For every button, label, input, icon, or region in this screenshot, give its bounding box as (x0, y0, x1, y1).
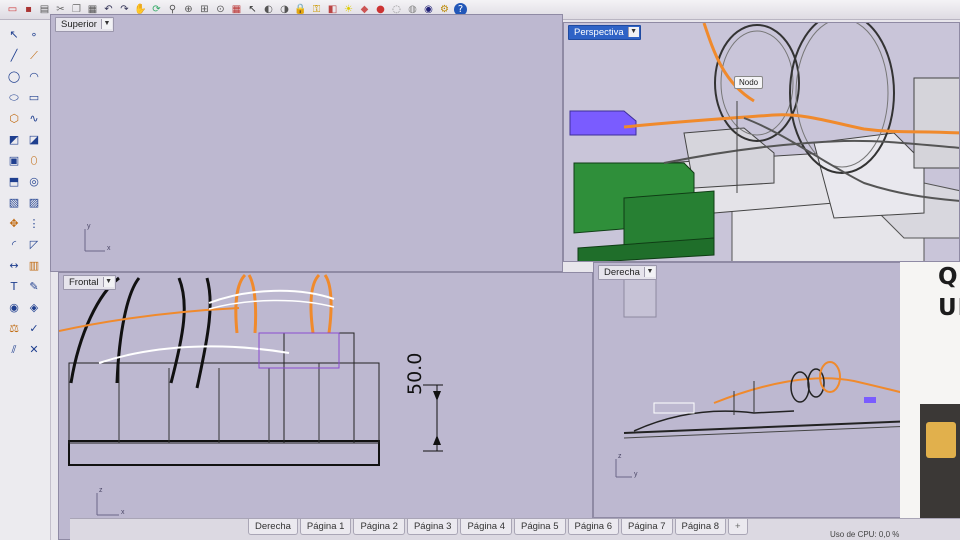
material-icon[interactable]: ◈ (27, 301, 41, 315)
viewport-tab[interactable]: Página 8 (674, 519, 727, 535)
surface-icon[interactable]: ◩ (7, 133, 21, 147)
viewport-tab[interactable]: Página 6 (567, 519, 620, 535)
axis-y-label: y (634, 471, 638, 478)
viewport-tabs: Derecha Página 1 Página 2 Página 3 Página 4P… (70, 518, 960, 540)
tool-palette: ↖ ∘ ╱ ⟋ ◯ ◠ ⬭ ▭ ⬡ ∿ ◩ ◪ ▣ ⬯ ⬒ ◎ ▧ ▨ ✥ ⋮ ◜ ◸ ↔ ▥ T ✎ ◉ ◈ ⚖ ✓ ⫽ ✕ (0, 20, 51, 540)
open-icon[interactable]: ▭ (6, 3, 19, 16)
save-icon[interactable]: ▪ (22, 3, 35, 16)
dimension-icon[interactable]: ↔ (7, 259, 21, 273)
viewport-label-right[interactable]: Derecha ▼ (598, 265, 657, 280)
viewport-tab[interactable]: Página 1 (299, 519, 352, 535)
chevron-down-icon[interactable]: ▼ (627, 27, 639, 37)
viewport-label-front[interactable]: Frontal ▼ (63, 275, 116, 290)
text-icon[interactable]: T (7, 280, 21, 294)
add-page-tab[interactable]: + (728, 519, 748, 535)
dimension-label: 50.0 (404, 352, 426, 395)
chevron-down-icon[interactable]: ▼ (102, 277, 114, 287)
viewport-label-text: Frontal (69, 277, 99, 288)
curve-icon[interactable]: ∿ (27, 112, 41, 126)
polygon-icon[interactable]: ⬡ (7, 112, 21, 126)
polyline-icon[interactable]: ⟋ (27, 49, 41, 63)
extrude-icon[interactable]: ⬒ (7, 175, 21, 189)
mesh-edit-icon[interactable]: ▨ (27, 196, 41, 210)
line-icon[interactable]: ╱ (7, 49, 21, 63)
front-model (59, 273, 443, 516)
box-icon[interactable]: ▣ (7, 154, 21, 168)
select-arrow-icon[interactable]: ↖ (7, 28, 21, 42)
axis-x-label: x (107, 245, 111, 252)
axis-z-label: z (99, 487, 103, 494)
render-icon[interactable]: ◉ (7, 301, 21, 315)
top-axis-gizmo (84, 229, 105, 252)
viewport-label-text: Derecha (604, 267, 640, 278)
rectangle-icon[interactable]: ▭ (27, 91, 41, 105)
circle-icon[interactable]: ◯ (7, 70, 21, 84)
viewport-tab[interactable]: Página 5 (513, 519, 566, 535)
viewport-tab[interactable]: Derecha (248, 519, 298, 535)
ellipse-icon[interactable]: ⬭ (7, 91, 21, 105)
fillet-icon[interactable]: ◜ (7, 238, 21, 252)
axis-z-label: z (618, 453, 622, 460)
thumbnail-image (926, 422, 956, 458)
node-tooltip: Nodo (734, 76, 764, 89)
chevron-down-icon[interactable]: ▼ (643, 267, 655, 277)
mesh-icon[interactable]: ▧ (7, 196, 21, 210)
trim-icon[interactable]: ✕ (27, 343, 41, 357)
viewport-tab[interactable]: Página 3 (406, 519, 459, 535)
viewport-tab[interactable]: Página 4 (460, 519, 512, 535)
point-icon[interactable]: ∘ (27, 28, 41, 42)
cpu-status: Uso de CPU: 0,0 % (830, 530, 900, 539)
overlay-panel-text: QU UI (938, 262, 960, 324)
annotation-icon[interactable]: ✎ (27, 280, 41, 294)
surface-edit-icon[interactable]: ◪ (27, 133, 41, 147)
viewport-perspective[interactable]: Perspectiva ▼ (563, 22, 960, 262)
hatch-icon[interactable]: ▥ (27, 259, 41, 273)
viewport-tab[interactable]: Página 2 (353, 519, 405, 535)
viewport-front[interactable]: Frontal ▼ z x (58, 272, 593, 540)
overlay-line-2: UI (938, 295, 960, 321)
axis-y-label: y (87, 223, 91, 230)
check-icon[interactable]: ✓ (27, 322, 41, 336)
perspective-model (569, 23, 959, 261)
cylinder-icon[interactable]: ⬯ (27, 154, 41, 168)
axis-x-label: x (121, 509, 125, 516)
analyze-icon[interactable]: ⚖ (7, 322, 21, 336)
array-icon[interactable]: ⋮ (27, 217, 41, 231)
split-icon[interactable]: ⫽ (7, 343, 21, 357)
right-model (615, 266, 909, 478)
viewport-top[interactable]: Superior ▼ y x (50, 14, 563, 272)
viewport-label-perspective[interactable]: Perspectiva ▼ (568, 25, 641, 40)
rhino-screen: ▭ ▪ ▤ ✂ ❐ ▦ ↶ ↷ ✋ ⟳ ⚲ ⊕ ⊞ ⊙ ▦ ↖ ◐ ◑ 🔒 ⚿ ◧ ☀ ◆ ● ◌ ◍ ◉ ⚙? ↖ ∘ ╱ ⟋ ◯ ◠ ⬭ ▭ ⬡ ∿… (0, 0, 960, 540)
arc-icon[interactable]: ◠ (27, 70, 41, 84)
viewport-right[interactable]: Derecha ▼ z y (593, 262, 910, 518)
overlay-line-1: QU (938, 264, 960, 290)
chamfer-icon[interactable]: ◸ (27, 238, 41, 252)
viewport-label-text: Perspectiva (574, 27, 624, 38)
transform-icon[interactable]: ✥ (7, 217, 21, 231)
boolean-icon[interactable]: ◎ (27, 175, 41, 189)
viewport-tab[interactable]: Página 7 (621, 519, 673, 535)
